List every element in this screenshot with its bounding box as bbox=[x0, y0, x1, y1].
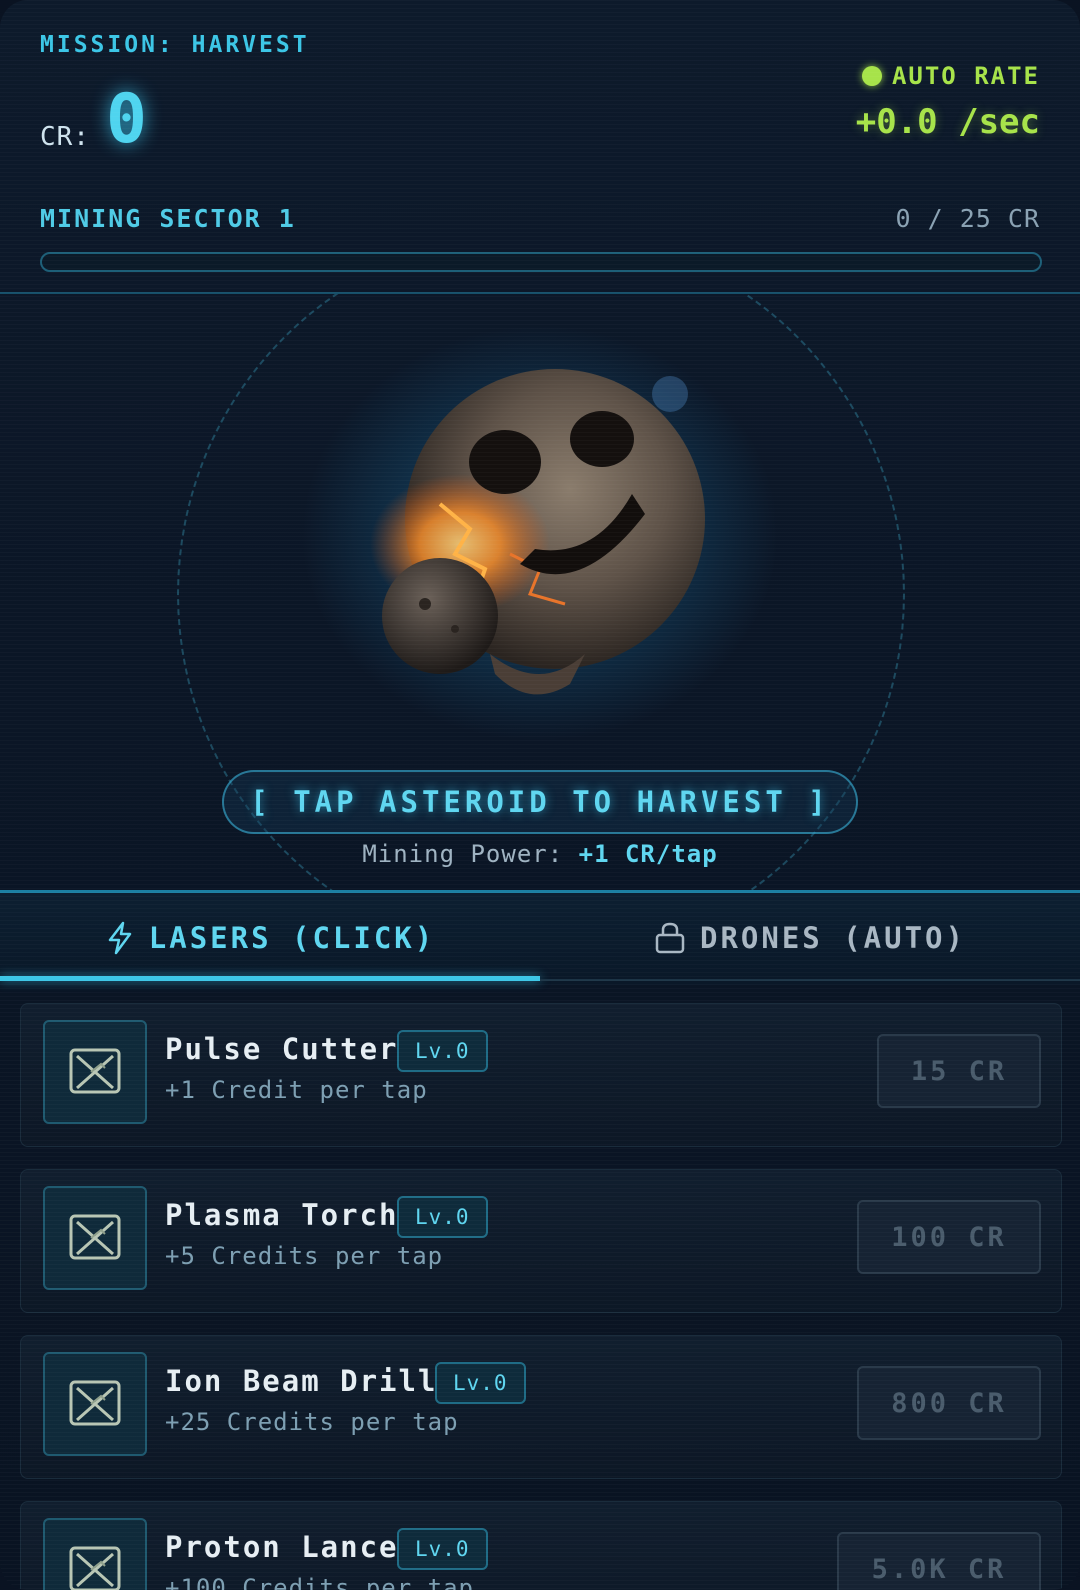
upgrade-level-badge: Lv.0 bbox=[397, 1030, 488, 1072]
lock-icon bbox=[655, 922, 685, 954]
upgrade-card-plasma-torch: Plasma Torch Lv.0 +5 Credits per tap 100… bbox=[20, 1169, 1062, 1313]
auto-rate-header: AUTO RATE bbox=[861, 62, 1040, 90]
upgrade-level-badge: Lv.0 bbox=[397, 1528, 488, 1570]
asteroid[interactable] bbox=[370, 354, 730, 734]
upgrade-list: Pulse Cutter Lv.0 +1 Credit per tap 15 C… bbox=[0, 985, 1080, 1590]
tab-drones[interactable]: DRONES (AUTO) bbox=[540, 893, 1080, 983]
auto-rate-value: +0.0 /sec bbox=[855, 102, 1040, 142]
buy-upgrade-button[interactable]: 5.0K CR bbox=[837, 1532, 1041, 1590]
mining-power-value: +1 CR/tap bbox=[578, 840, 718, 868]
upgrade-description: +5 Credits per tap bbox=[165, 1242, 444, 1270]
sector-label: MINING SECTOR 1 bbox=[40, 204, 296, 233]
auto-rate-label: AUTO RATE bbox=[891, 62, 1040, 90]
hud-header: MISSION: HARVEST CR: 0 AUTO RATE +0.0 /s… bbox=[40, 0, 1042, 290]
lightning-icon bbox=[108, 921, 132, 955]
credits-value: 0 bbox=[106, 80, 147, 159]
tab-lasers-label: LASERS (CLICK) bbox=[148, 921, 436, 955]
upgrade-name: Plasma Torch bbox=[165, 1198, 399, 1232]
active-tab-indicator bbox=[0, 976, 540, 981]
mission-title: MISSION: HARVEST bbox=[40, 32, 310, 58]
mining-power: Mining Power: +1 CR/tap bbox=[0, 840, 1080, 868]
tab-lasers[interactable]: LASERS (CLICK) bbox=[0, 893, 540, 983]
upgrade-tabs: LASERS (CLICK) DRONES (AUTO) bbox=[0, 890, 1080, 985]
buy-upgrade-button[interactable]: 15 CR bbox=[877, 1034, 1041, 1108]
tap-to-harvest-button[interactable]: [ TAP ASTEROID TO HARVEST ] bbox=[222, 770, 858, 834]
status-dot-icon bbox=[861, 66, 882, 86]
upgrade-name: Pulse Cutter bbox=[165, 1032, 399, 1066]
upgrade-level-badge: Lv.0 bbox=[397, 1196, 488, 1238]
asteroid-arena: [ TAP ASTEROID TO HARVEST ] Mining Power… bbox=[0, 294, 1080, 890]
laser-tool-icon bbox=[43, 1186, 147, 1290]
credits-label: CR: bbox=[40, 122, 90, 152]
buy-upgrade-button[interactable]: 100 CR bbox=[857, 1200, 1041, 1274]
laser-tool-icon bbox=[43, 1518, 147, 1590]
upgrade-description: +1 Credit per tap bbox=[165, 1076, 428, 1104]
sector-progress-bar bbox=[40, 252, 1042, 272]
upgrade-card-pulse-cutter: Pulse Cutter Lv.0 +1 Credit per tap 15 C… bbox=[20, 1003, 1062, 1147]
tab-drones-label: DRONES (AUTO) bbox=[700, 921, 966, 955]
upgrade-card-proton-lance: Proton Lance Lv.0 +100 Credits per tap 5… bbox=[20, 1501, 1062, 1590]
laser-tool-icon bbox=[43, 1020, 147, 1124]
upgrade-description: +100 Credits per tap bbox=[165, 1574, 474, 1590]
game-screen: MISSION: HARVEST CR: 0 AUTO RATE +0.0 /s… bbox=[0, 0, 1080, 1590]
sector-progress-text: 0 / 25 CR bbox=[895, 204, 1040, 233]
buy-upgrade-button[interactable]: 800 CR bbox=[857, 1366, 1041, 1440]
laser-tool-icon bbox=[43, 1352, 147, 1456]
mining-power-label: Mining Power: bbox=[362, 840, 564, 868]
upgrade-card-ion-beam-drill: Ion Beam Drill Lv.0 +25 Credits per tap … bbox=[20, 1335, 1062, 1479]
upgrade-name: Proton Lance bbox=[165, 1530, 399, 1564]
upgrade-name: Ion Beam Drill bbox=[165, 1364, 438, 1398]
tab-divider bbox=[540, 979, 1080, 981]
upgrade-description: +25 Credits per tap bbox=[165, 1408, 459, 1436]
upgrade-level-badge: Lv.0 bbox=[435, 1362, 526, 1404]
